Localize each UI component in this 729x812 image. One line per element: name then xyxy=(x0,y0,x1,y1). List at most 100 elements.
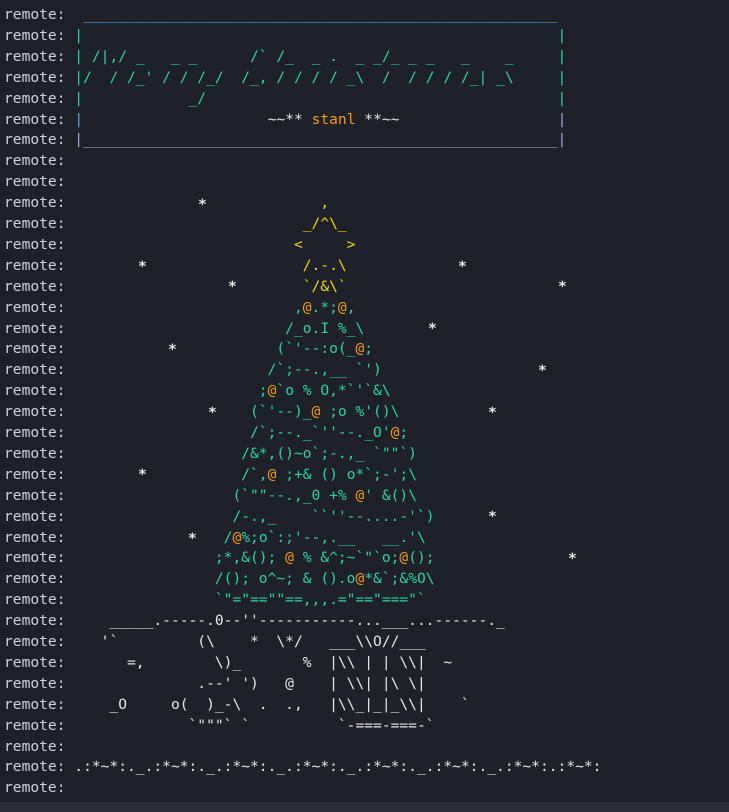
line-prefix: remote: xyxy=(4,758,66,776)
terminal-line: remote: |/ / /_' / / /_/ /_, / / / / _\ … xyxy=(4,67,566,88)
line-content: (`'--)_@ ;o %'()\ xyxy=(65,403,400,421)
terminal-line: remote: /`;--.,__ `') xyxy=(4,359,382,380)
terminal-line: remote: /-.,_ ``''--....-'`) xyxy=(4,506,435,527)
line-content: _O o( )_-\ . ., |\\_|_|_\\| ` xyxy=(65,695,470,713)
line-content: .:*~*:._.:*~*:._.:*~*:._.:*~*:._.:*~*:._… xyxy=(65,758,602,776)
line-content: /`;--.,__ `') xyxy=(65,361,382,379)
line-prefix: remote: xyxy=(4,507,66,525)
line-content: /(); o^~; & ().o@*&`;&%O\ xyxy=(65,570,435,588)
line-prefix: remote: xyxy=(4,528,66,546)
line-content: .--' ') @ | \\| |\ \| xyxy=(65,674,426,692)
terminal-line: remote: ;@`o % O,*`'`&\ xyxy=(4,380,391,401)
line-prefix: remote: xyxy=(4,716,66,734)
line-prefix: remote: xyxy=(4,26,66,44)
line-prefix: remote: xyxy=(4,215,66,232)
line-content: /.-.\ xyxy=(65,256,347,274)
line-content: =, \)_ % |\\ | | \\| ~ xyxy=(65,653,453,671)
line-prefix: remote: xyxy=(4,486,66,504)
terminal-line: remote: (`'--:o(_@; xyxy=(4,338,373,359)
snowflake-icon: * xyxy=(138,466,147,483)
snowflake-icon: * xyxy=(198,196,207,213)
line-prefix: remote: xyxy=(4,361,66,379)
snowflake-icon: * xyxy=(428,320,437,337)
terminal-line: remote: _____.-----.0--''-----------..._… xyxy=(4,610,505,631)
line-prefix: remote: xyxy=(4,173,66,191)
snowflake-icon: * xyxy=(208,404,217,421)
line-content: (`""--.,_0 +% @' &()\ xyxy=(65,486,417,504)
line-prefix: remote: xyxy=(4,444,66,462)
terminal-line: remote: , xyxy=(4,192,329,213)
line-prefix: remote: xyxy=(4,47,66,65)
line-content: ________________________________________… xyxy=(65,6,558,23)
terminal-line: remote: < > xyxy=(4,234,355,255)
line-prefix: remote: xyxy=(4,110,66,128)
line-content: ;@`o % O,*`'`&\ xyxy=(65,382,391,400)
terminal-line: remote: _O o( )_-\ . ., |\\_|_|_\\| ` xyxy=(4,694,470,715)
line-prefix: remote: xyxy=(4,68,66,86)
terminal-line: remote: `"""` ` `-===-===-` xyxy=(4,715,435,736)
line-content: ,@.*;@, xyxy=(65,298,356,316)
line-prefix: remote: xyxy=(4,549,66,567)
line-prefix: remote: xyxy=(4,591,66,609)
line-prefix: remote: xyxy=(4,424,66,441)
line-prefix: remote: xyxy=(4,340,66,358)
line-content: | /|,/ _ _ _ /` /_ _ . _ _/_ _ _ _ _ | xyxy=(65,47,567,65)
terminal-line: remote: `"="==""==,,,.="=="==="` xyxy=(4,589,426,610)
snowflake-icon: * xyxy=(138,258,147,275)
line-prefix: remote: xyxy=(4,89,66,107)
terminal-window[interactable]: remote: ________________________________… xyxy=(0,0,729,812)
snowflake-icon: * xyxy=(558,278,567,295)
terminal-line: remote: xyxy=(4,777,66,798)
line-content: `"""` ` `-===-===-` xyxy=(65,716,435,734)
line-content: (`'--:o(_@; xyxy=(65,340,374,358)
snowflake-icon: * xyxy=(488,508,497,525)
line-content: '` (\ * \*/ ___\\O//___ xyxy=(65,633,426,650)
terminal-line: remote: /&*,()~o`;-.,_ `""`) xyxy=(4,443,417,464)
line-content: |_______________________________________… xyxy=(65,131,567,149)
snowflake-icon: * xyxy=(488,404,497,421)
line-prefix: remote: xyxy=(4,779,66,797)
snowflake-icon: * xyxy=(188,530,197,547)
line-content: _/^\_ xyxy=(65,215,347,232)
line-content: /_o.I %_\ xyxy=(65,319,365,337)
terminal-line: remote: xyxy=(4,171,66,192)
terminal-line: remote: /(); o^~; & ().o@*&`;&%O\ xyxy=(4,568,435,589)
snowflake-icon: * xyxy=(228,278,237,295)
line-prefix: remote: xyxy=(4,570,66,588)
terminal-line: remote: =, \)_ % |\\ | | \\| ~ xyxy=(4,652,452,673)
line-prefix: remote: xyxy=(4,382,66,400)
line-prefix: remote: xyxy=(4,737,66,755)
line-content: /`,@ ;+& () o*`;-';\ xyxy=(65,465,417,483)
line-prefix: remote: xyxy=(4,653,66,671)
line-prefix: remote: xyxy=(4,256,66,274)
terminal-line: remote: (`'--)_@ ;o %'()\ xyxy=(4,401,399,422)
line-prefix: remote: xyxy=(4,695,66,713)
terminal-line: remote: .:*~*:._.:*~*:._.:*~*:._.:*~*:._… xyxy=(4,756,601,777)
line-content: `"="==""==,,,.="=="==="` xyxy=(65,591,426,609)
terminal-line: remote: xyxy=(4,150,66,171)
terminal-line: remote: .--' ') @ | \\| |\ \| xyxy=(4,673,426,694)
line-prefix: remote: xyxy=(4,277,66,295)
terminal-line: remote: ;*,&(); @ % &^;~`"`o;@(); xyxy=(4,547,435,568)
line-content: | ~~** stanl **~~ | xyxy=(74,110,567,128)
terminal-line: remote: ________________________________… xyxy=(4,4,558,25)
line-prefix: remote: xyxy=(4,633,66,650)
terminal-line: remote: '` (\ * \*/ ___\\O//___ xyxy=(4,631,426,652)
line-prefix: remote: xyxy=(4,235,66,253)
terminal-line: remote: /_o.I %_\ xyxy=(4,318,364,339)
line-prefix: remote: xyxy=(4,403,66,421)
terminal-line: remote: |_______________________________… xyxy=(4,129,566,150)
line-prefix: remote: xyxy=(4,152,66,170)
snowflake-icon: * xyxy=(458,258,467,275)
line-prefix: remote: xyxy=(4,298,66,316)
terminal-line: remote: | ~~** stanl **~~ | xyxy=(4,109,566,130)
line-content: _____.-----.0--''-----------...___...---… xyxy=(65,612,505,630)
terminal-line: remote: | /|,/ _ _ _ /` /_ _ . _ _/_ _ _… xyxy=(4,46,566,67)
line-content: |/ / /_' / / /_/ /_, / / / / _\ / / / / … xyxy=(65,68,567,86)
terminal-line: remote: (`""--.,_0 +% @' &()\ xyxy=(4,485,417,506)
terminal-line: remote: /.-.\ xyxy=(4,255,347,276)
line-prefix: remote: xyxy=(4,194,66,212)
line-prefix: remote: xyxy=(4,674,66,692)
line-prefix: remote: xyxy=(4,319,66,337)
line-content: /&*,()~o`;-.,_ `""`) xyxy=(65,444,417,462)
